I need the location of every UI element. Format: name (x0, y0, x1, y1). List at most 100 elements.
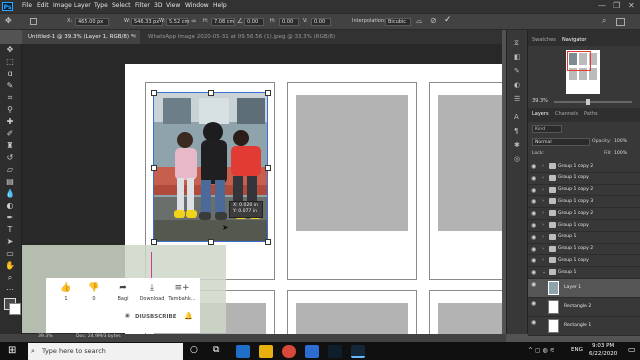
visibility-eye-icon[interactable]: ◉ (531, 246, 538, 252)
menu-select[interactable]: Select (112, 3, 131, 9)
pen-tool-icon[interactable]: ✒ (4, 213, 16, 223)
opacity-value[interactable]: 100% (614, 139, 627, 145)
gradient-tool-icon[interactable]: ▤ (4, 177, 16, 187)
task-view-icon[interactable]: ⧉ (213, 346, 219, 355)
history-icon[interactable]: ⧖ (514, 40, 519, 47)
layer-filter-kind[interactable]: Kind (532, 125, 562, 133)
status-zoom[interactable]: 39.3% (38, 334, 53, 340)
chevron-right-icon[interactable]: › (542, 258, 544, 263)
menu-image[interactable]: Image (53, 3, 72, 9)
crop-tool-icon[interactable]: ⌗ (4, 93, 16, 103)
zoom-tool-icon[interactable]: ⌕ (4, 273, 16, 283)
photoshop-active-icon[interactable] (351, 345, 365, 358)
taskbar-search-box[interactable]: Type here to search (28, 343, 183, 360)
tab-whatsapp-image[interactable]: WhatsApp Image 2020-05-31 at 09.56.56 (1… (142, 30, 342, 44)
menu-layer[interactable]: Layer (74, 3, 91, 9)
layer-row[interactable]: ◉ › Group 1 (528, 231, 640, 244)
file-explorer-icon[interactable] (259, 345, 273, 358)
visibility-eye-icon[interactable]: ◉ (531, 164, 538, 170)
search-icon[interactable]: ⌕ (602, 17, 606, 25)
x-field[interactable]: 465.00 px (75, 18, 109, 26)
zoom-slider-track[interactable] (554, 101, 632, 103)
visibility-eye-icon[interactable]: ◉ (531, 175, 538, 181)
brush-tool-icon[interactable]: ✐ (4, 129, 16, 139)
clock-date[interactable]: 6/22/2020 (589, 351, 617, 358)
menu-file[interactable]: File (22, 3, 32, 9)
tab-paths[interactable]: Paths (584, 112, 598, 117)
shape-tool-icon[interactable]: ▭ (4, 249, 16, 259)
share-button[interactable]: ➦ Bagi (110, 283, 136, 302)
more-tools-icon[interactable]: ⋯ (4, 285, 16, 295)
move-tool-icon[interactable]: ✥ (5, 17, 12, 25)
navigator-preview[interactable] (566, 50, 600, 94)
v-skew-field[interactable]: 0.00 (311, 18, 331, 26)
menu-type[interactable]: Type (94, 3, 108, 9)
lasso-tool-icon[interactable]: ɑ (4, 69, 16, 79)
tab-swatches[interactable]: Swatches (532, 38, 556, 43)
menu-help[interactable]: Help (213, 3, 227, 9)
stamp-tool-icon[interactable]: ♜ (4, 141, 16, 151)
transform-handle[interactable] (265, 239, 271, 245)
store-icon[interactable] (305, 345, 319, 358)
chrome-icon[interactable] (282, 345, 296, 358)
h-skew-field[interactable]: 0.00 (279, 18, 299, 26)
tab-close-icon[interactable]: × (132, 34, 137, 40)
layer-row[interactable]: ◉ › Group 1 copy (528, 255, 640, 268)
transform-bounding-box[interactable] (153, 92, 268, 242)
brush-settings-icon[interactable]: ✎ (514, 68, 520, 75)
layer-row[interactable]: ◉ › Group 1 copy (528, 172, 640, 185)
workspace-icon[interactable] (616, 18, 625, 26)
blend-mode-select[interactable]: Normal (532, 138, 590, 146)
edge-icon[interactable] (236, 345, 250, 358)
path-select-tool-icon[interactable]: ➤ (4, 237, 16, 247)
move-tool-icon[interactable]: ✥ (4, 45, 16, 55)
tab-layers[interactable]: Layers (532, 112, 549, 117)
history-brush-tool-icon[interactable]: ↺ (4, 153, 16, 163)
visibility-eye-icon[interactable]: ◉ (531, 319, 538, 325)
properties-icon[interactable]: ☰ (514, 96, 520, 103)
visibility-eye-icon[interactable]: ◉ (531, 199, 538, 205)
cortana-icon[interactable]: ○ (190, 346, 198, 355)
layer-row[interactable]: ◉ › Group 1 copy (528, 220, 640, 232)
zoom-slider-thumb[interactable] (586, 99, 590, 105)
navigator-view-box[interactable] (567, 51, 591, 71)
transform-handle[interactable] (265, 165, 271, 171)
visibility-eye-icon[interactable]: ◉ (531, 300, 538, 306)
quick-select-tool-icon[interactable]: ✎ (4, 81, 16, 91)
visibility-eye-icon[interactable]: ◉ (531, 234, 538, 240)
menu-window[interactable]: Window (185, 3, 209, 9)
height-field[interactable]: 7.08 cm (211, 18, 235, 26)
eraser-tool-icon[interactable]: ▱ (4, 165, 16, 175)
transform-handle[interactable] (265, 90, 271, 96)
save-to-playlist-button[interactable]: ≡+ Tambahk... (167, 283, 197, 302)
notification-bell-icon[interactable]: 🔔 (184, 313, 193, 320)
commit-transform-icon[interactable]: ✓ (444, 16, 452, 25)
chevron-right-icon[interactable]: › (542, 234, 544, 240)
clock-time[interactable]: 9:03 PM (592, 343, 614, 350)
photoshop-taskbar-icon[interactable] (328, 345, 342, 358)
tab-channels[interactable]: Channels (555, 112, 578, 117)
dislike-button[interactable]: 👎 0 (81, 283, 107, 302)
layer-row[interactable]: ◉ Rectangle 2 (528, 297, 640, 317)
visibility-eye-icon[interactable]: ◉ (531, 211, 538, 217)
background-color-swatch[interactable] (9, 303, 21, 315)
visibility-eye-icon[interactable]: ◉ (531, 223, 538, 229)
angle-field[interactable]: 0.00 (244, 18, 264, 26)
tray-icons[interactable]: ^ ▢ ◍ ⚟ (528, 348, 555, 354)
color-icon[interactable]: ◧ (514, 54, 521, 61)
chevron-right-icon[interactable]: › (542, 199, 544, 204)
chevron-right-icon[interactable]: › (542, 175, 544, 181)
chevron-right-icon[interactable]: › (542, 223, 544, 228)
dodge-tool-icon[interactable]: ◐ (4, 201, 16, 211)
notifications-icon[interactable]: ▭ (628, 346, 636, 354)
width-field[interactable]: 5.52 cm (166, 18, 189, 26)
like-button[interactable]: 👍 1 (53, 283, 79, 302)
type-tool-icon[interactable]: T (4, 225, 16, 235)
hand-tool-icon[interactable]: ✋ (4, 261, 16, 271)
reference-point-icon[interactable] (30, 18, 37, 25)
paragraph-icon[interactable]: ¶ (514, 128, 518, 135)
character-icon[interactable]: A (514, 114, 519, 121)
tab-navigator[interactable]: Navigator (562, 38, 586, 43)
adjustments-icon[interactable]: ◐ (514, 82, 520, 89)
healing-brush-tool-icon[interactable]: ✚ (4, 117, 16, 127)
